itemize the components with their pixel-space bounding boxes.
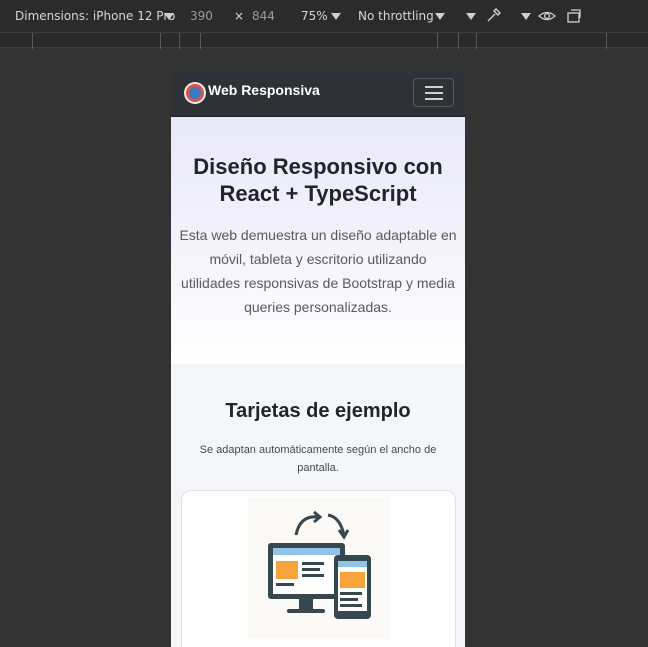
ruler-tick	[606, 33, 607, 49]
ruler-tick	[200, 33, 201, 49]
rotate-device-icon[interactable]	[566, 8, 584, 24]
ruler-tick	[476, 33, 477, 49]
device-dimensions-select[interactable]: Dimensions: iPhone 12 Pro	[15, 9, 175, 23]
media-query-ruler	[0, 32, 648, 49]
cards-title: Tarjetas de ejemplo	[225, 400, 411, 422]
dimension-separator: ×	[234, 9, 245, 23]
ruler-tick	[458, 33, 459, 49]
navbar: Web Responsiva	[171, 70, 465, 117]
example-card	[181, 490, 456, 647]
chevron-down-icon[interactable]	[435, 13, 445, 20]
ruler-tick	[179, 33, 180, 49]
ruler-tick	[437, 33, 438, 49]
chevron-down-icon[interactable]	[466, 13, 476, 20]
device-height-input[interactable]: 844	[252, 9, 275, 23]
responsive-illustration	[248, 497, 390, 639]
navbar-toggler-button[interactable]	[413, 78, 454, 107]
device-width-input[interactable]: 390	[190, 9, 213, 23]
ruler-tick	[32, 33, 33, 49]
responsive-devices-icon	[268, 510, 371, 619]
cards-subtitle: Se adaptan automáticamente según el anch…	[199, 444, 437, 474]
hero-title-line-1: Diseño Responsivo con	[193, 154, 443, 179]
eye-icon[interactable]	[538, 9, 556, 23]
chevron-down-icon[interactable]	[164, 13, 174, 20]
eyedropper-icon[interactable]	[485, 7, 502, 24]
throttling-select[interactable]: No throttling	[358, 9, 434, 23]
device-viewport: Web Responsiva Diseño Responsivo con Rea…	[171, 70, 465, 647]
hero-title-line-2: React + TypeScript	[219, 181, 417, 206]
chevron-down-icon[interactable]	[521, 13, 531, 20]
hero-description: Esta web demuestra un diseño adaptable e…	[179, 227, 457, 315]
hero-title: Diseño Responsivo con React + TypeScript	[171, 153, 465, 207]
chevron-down-icon[interactable]	[331, 13, 341, 20]
brand-logo-icon[interactable]	[184, 82, 206, 104]
cards-section: Tarjetas de ejemplo Se adaptan automátic…	[171, 364, 465, 647]
zoom-select[interactable]: 75%	[301, 9, 328, 23]
device-toolbar: Dimensions: iPhone 12 Pro 390 × 844 75% …	[0, 0, 648, 32]
hero-section: Diseño Responsivo con React + TypeScript…	[171, 117, 465, 364]
brand-name[interactable]: Web Responsiva	[208, 82, 320, 98]
ruler-tick	[160, 33, 161, 49]
